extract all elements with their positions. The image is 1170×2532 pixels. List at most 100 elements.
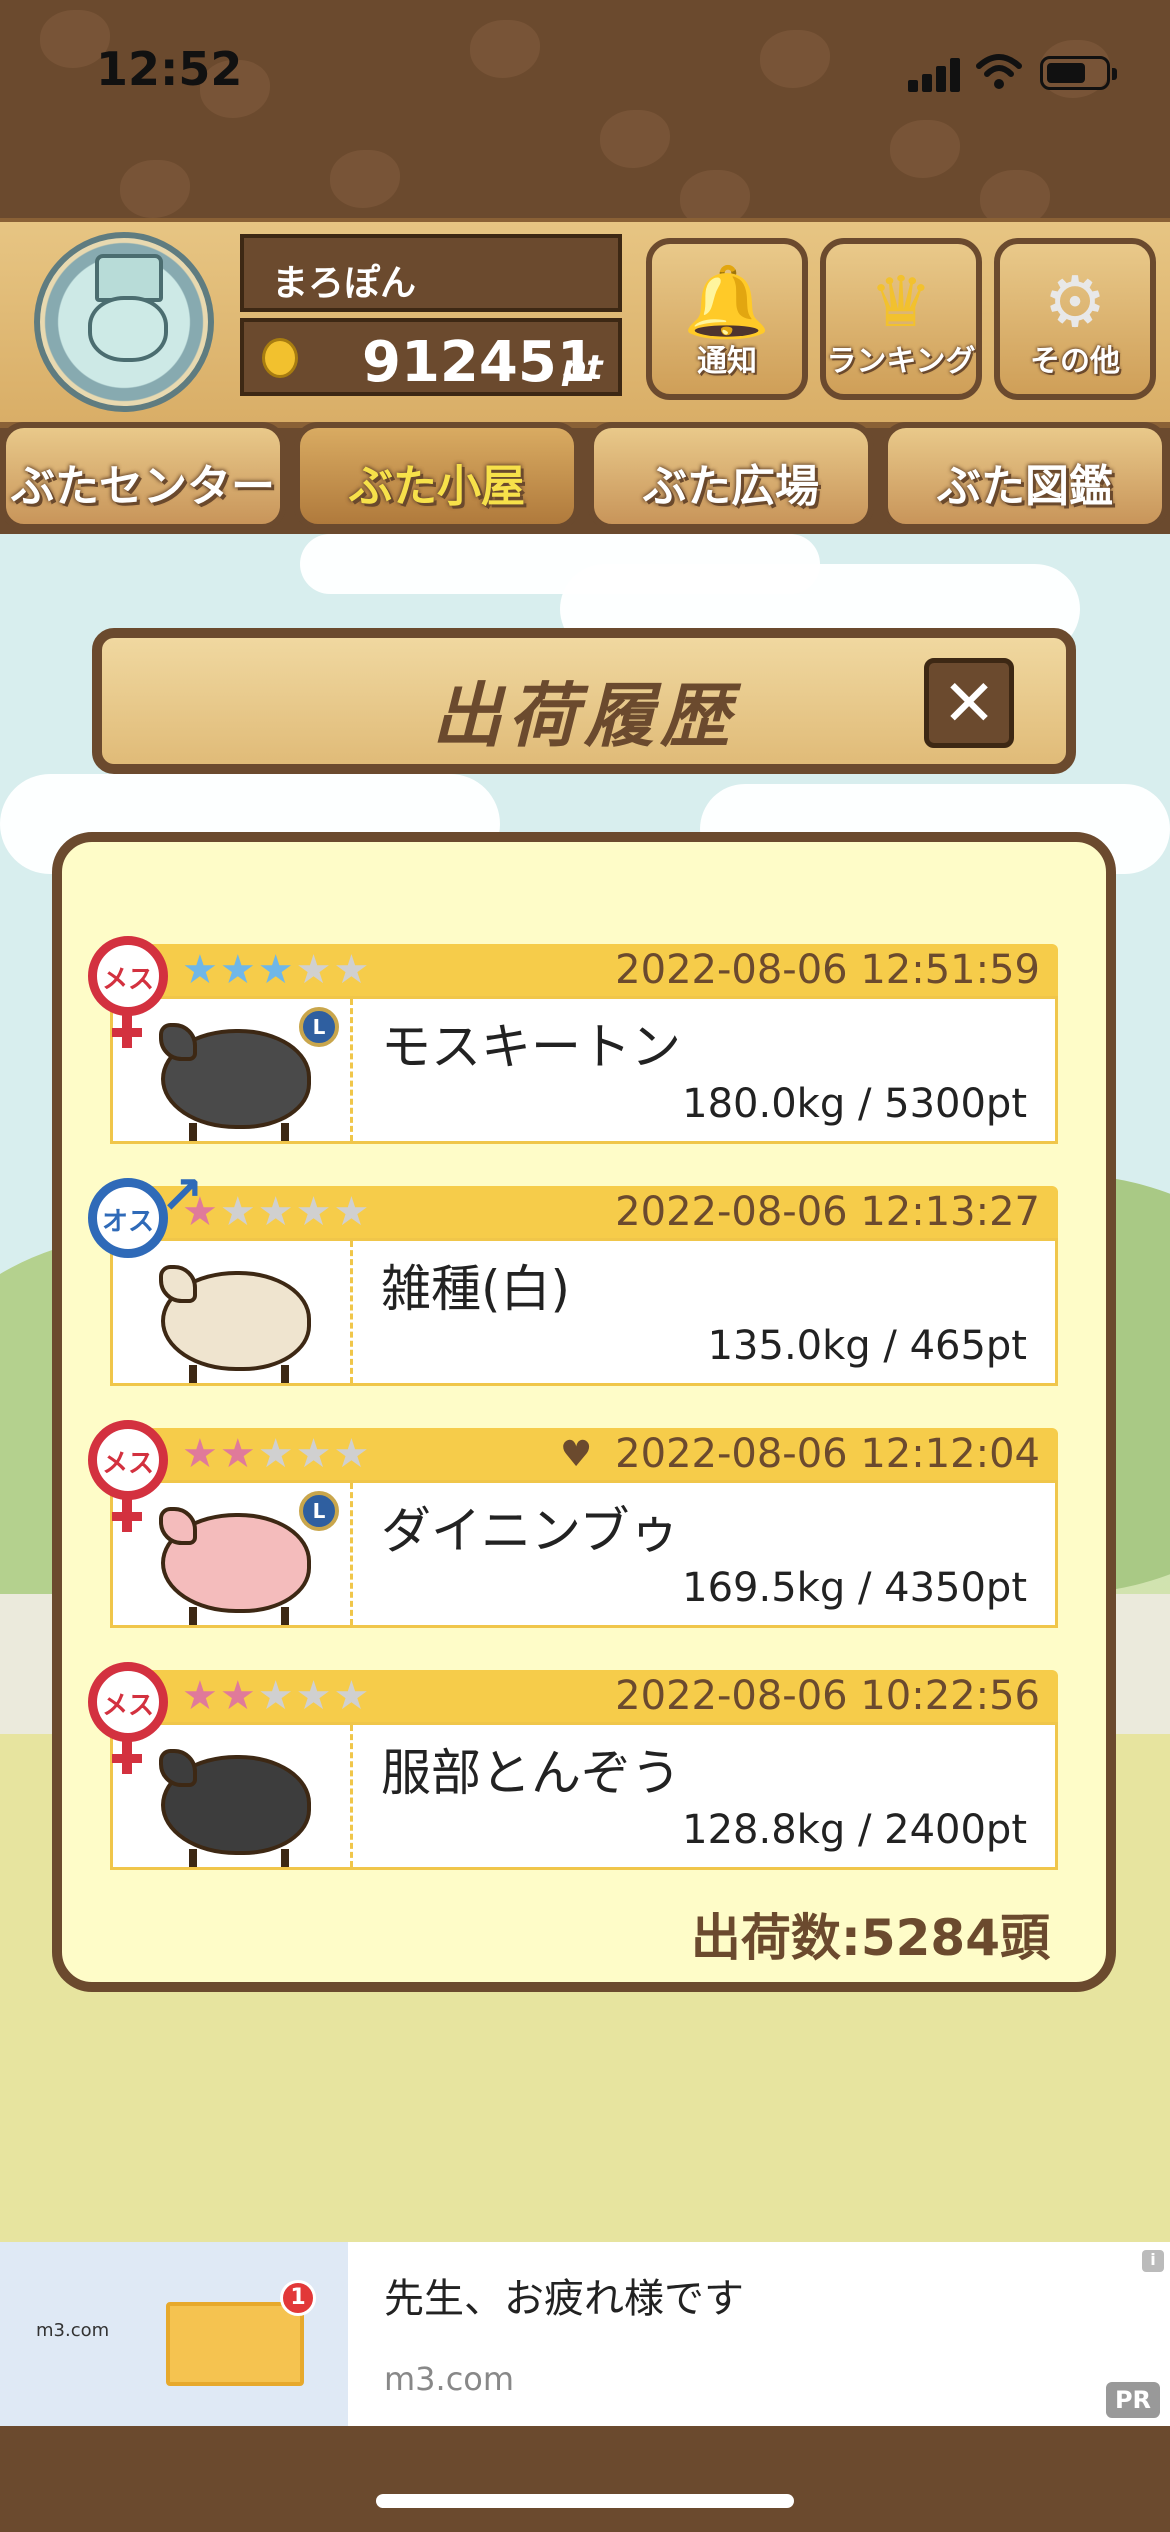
pig-name: 雑種(白) — [381, 1260, 571, 1318]
status-bar: 12:52 — [0, 0, 1170, 150]
footer-pattern — [0, 2426, 1170, 2532]
pig-icon — [159, 1749, 311, 1867]
gender-label: オス — [101, 1207, 154, 1237]
user-name-box: まろぽん — [240, 234, 622, 312]
shipment-date: 2022-08-06 12:51:59 — [615, 947, 1040, 993]
info-label: i — [1150, 2250, 1156, 2269]
pig-image-cell: L — [113, 1483, 353, 1625]
pig-name: モスキートン — [381, 1018, 681, 1076]
points-value: 912451 — [362, 330, 596, 395]
cellular-signal-icon — [908, 56, 964, 92]
tab-label: ぶた広場 — [643, 461, 819, 512]
tab-buta-goya[interactable]: ぶた小屋 — [294, 422, 580, 530]
dialog-title: 出荷履歴 — [432, 675, 736, 757]
shipment-date: 2022-08-06 12:12:04 — [615, 1431, 1040, 1477]
pr-badge: PR — [1106, 2382, 1160, 2418]
gender-label: メス — [101, 965, 154, 995]
ad-logo: m3.com — [36, 2320, 110, 2341]
tab-buta-hiroba[interactable]: ぶた広場 — [588, 422, 874, 530]
ranking-button[interactable]: ♛ ランキング — [820, 238, 982, 400]
pig-name: 服部とんぞう — [381, 1744, 681, 1802]
other-label: その他 — [1030, 344, 1120, 379]
shipment-row[interactable]: ★★★★★ 2022-08-06 12:13:27 雑種(白) 135.0kg / 4… — [88, 1166, 1058, 1388]
rating-stars: ★★★★★ — [182, 1673, 372, 1719]
row-body: L ダイニンブゥ 169.5kg / 4350pt — [110, 1480, 1058, 1628]
gender-label: メス — [101, 1691, 154, 1721]
shipment-date: 2022-08-06 10:22:56 — [615, 1673, 1040, 1719]
notification-badge: 1 — [280, 2280, 316, 2316]
pig-icon — [159, 1023, 311, 1141]
pr-label: PR — [1114, 2386, 1152, 2414]
ad-banner[interactable]: m3.com 1 先生、お疲れ様です m3.com PR i — [0, 2242, 1170, 2426]
row-header: ★★★★★ 2022-08-06 10:22:56 — [110, 1670, 1058, 1722]
male-icon: オス — [88, 1178, 168, 1258]
row-header: ★★★★★ 2022-08-06 12:51:59 — [110, 944, 1058, 996]
ribbon-label: L — [312, 1015, 326, 1039]
avatar-pig-icon — [88, 296, 168, 362]
shipment-row[interactable]: ★★★★★ 2022-08-06 10:22:56 服部とんぞう 128.8kg / … — [88, 1662, 1058, 1872]
female-symbol-bar — [112, 1512, 142, 1521]
row-header: ★★★★★ 2022-08-06 12:13:27 — [110, 1186, 1058, 1238]
rating-stars: ★★★★★ — [182, 1189, 372, 1235]
ad-info-icon[interactable]: i — [1142, 2250, 1164, 2272]
ad-title: 先生、お疲れ様です — [384, 2276, 744, 2322]
weight-points: 128.8kg / 2400pt — [682, 1807, 1027, 1853]
close-icon: ✕ — [942, 667, 996, 741]
tab-buta-zukan[interactable]: ぶた図鑑 — [882, 422, 1168, 530]
tab-bar: ぶたセンター ぶた小屋 ぶた広場 ぶた図鑑 — [0, 422, 1170, 534]
tab-label: ぶた小屋 — [349, 461, 525, 512]
row-header: ★★★★★ ♥ 2022-08-06 12:12:04 — [110, 1428, 1058, 1480]
points-box: 912451 pt — [240, 318, 622, 396]
ribbon-icon: L — [299, 1491, 339, 1531]
female-symbol-bar — [112, 1754, 142, 1763]
shipment-count: 出荷数:5284頭 — [690, 1909, 1050, 1967]
badge-count: 1 — [290, 2285, 306, 2310]
shipment-row[interactable]: ★★★★★ ♥ 2022-08-06 12:12:04 L ダイニンブゥ 169.5kg … — [88, 1420, 1058, 1630]
coin-icon — [262, 338, 298, 378]
shipment-date: 2022-08-06 12:13:27 — [615, 1189, 1040, 1235]
pig-icon — [159, 1507, 311, 1625]
female-icon: メス — [88, 1420, 168, 1500]
row-body: 雑種(白) 135.0kg / 465pt — [110, 1238, 1058, 1386]
avatar-crown-icon — [95, 254, 163, 302]
heart-icon: ♥ — [560, 1434, 593, 1475]
pig-icon — [159, 1265, 311, 1383]
weight-points: 169.5kg / 4350pt — [682, 1565, 1027, 1611]
pig-image-cell — [113, 1725, 353, 1867]
rating-stars: ★★★★★ — [182, 1431, 372, 1477]
wifi-icon — [976, 54, 1022, 89]
row-body: 服部とんぞう 128.8kg / 2400pt — [110, 1722, 1058, 1870]
battery-icon — [1040, 56, 1117, 90]
points-unit: pt — [562, 348, 603, 388]
pig-image-cell — [113, 1241, 353, 1383]
gear-icon: ⚙ — [1043, 261, 1107, 343]
pig-name: ダイニンブゥ — [381, 1502, 680, 1560]
crown-icon: ♛ — [869, 261, 933, 343]
status-time: 12:52 — [96, 42, 243, 96]
shipment-row[interactable]: ★★★★★ 2022-08-06 12:51:59 L モスキートン 180.0kg /… — [88, 936, 1058, 1146]
bell-icon: 🔔 — [683, 261, 771, 343]
rating-stars: ★★★★★ — [182, 947, 372, 993]
ranking-label: ランキング — [826, 344, 976, 379]
gender-label: メス — [101, 1449, 154, 1479]
tab-buta-center[interactable]: ぶたセンター — [0, 422, 286, 530]
ad-domain: m3.com — [384, 2360, 515, 2398]
other-button[interactable]: ⚙ その他 — [994, 238, 1156, 400]
weight-points: 180.0kg / 5300pt — [682, 1081, 1027, 1127]
tab-label: ぶた図鑑 — [937, 461, 1113, 512]
user-name: まろぽん — [272, 263, 417, 304]
player-avatar[interactable] — [34, 232, 214, 412]
female-icon: メス — [88, 1662, 168, 1742]
tab-label: ぶたセンター — [11, 461, 275, 512]
ribbon-icon: L — [299, 1007, 339, 1047]
notification-button[interactable]: 🔔 通知 — [646, 238, 808, 400]
row-body: L モスキートン 180.0kg / 5300pt — [110, 996, 1058, 1144]
weight-points: 135.0kg / 465pt — [707, 1323, 1027, 1369]
pig-image-cell: L — [113, 999, 353, 1141]
ribbon-label: L — [312, 1499, 326, 1523]
close-button[interactable]: ✕ — [924, 658, 1014, 748]
female-icon: メス — [88, 936, 168, 1016]
female-symbol-bar — [112, 1028, 142, 1037]
home-indicator[interactable] — [376, 2494, 794, 2508]
notification-label: 通知 — [697, 344, 757, 379]
